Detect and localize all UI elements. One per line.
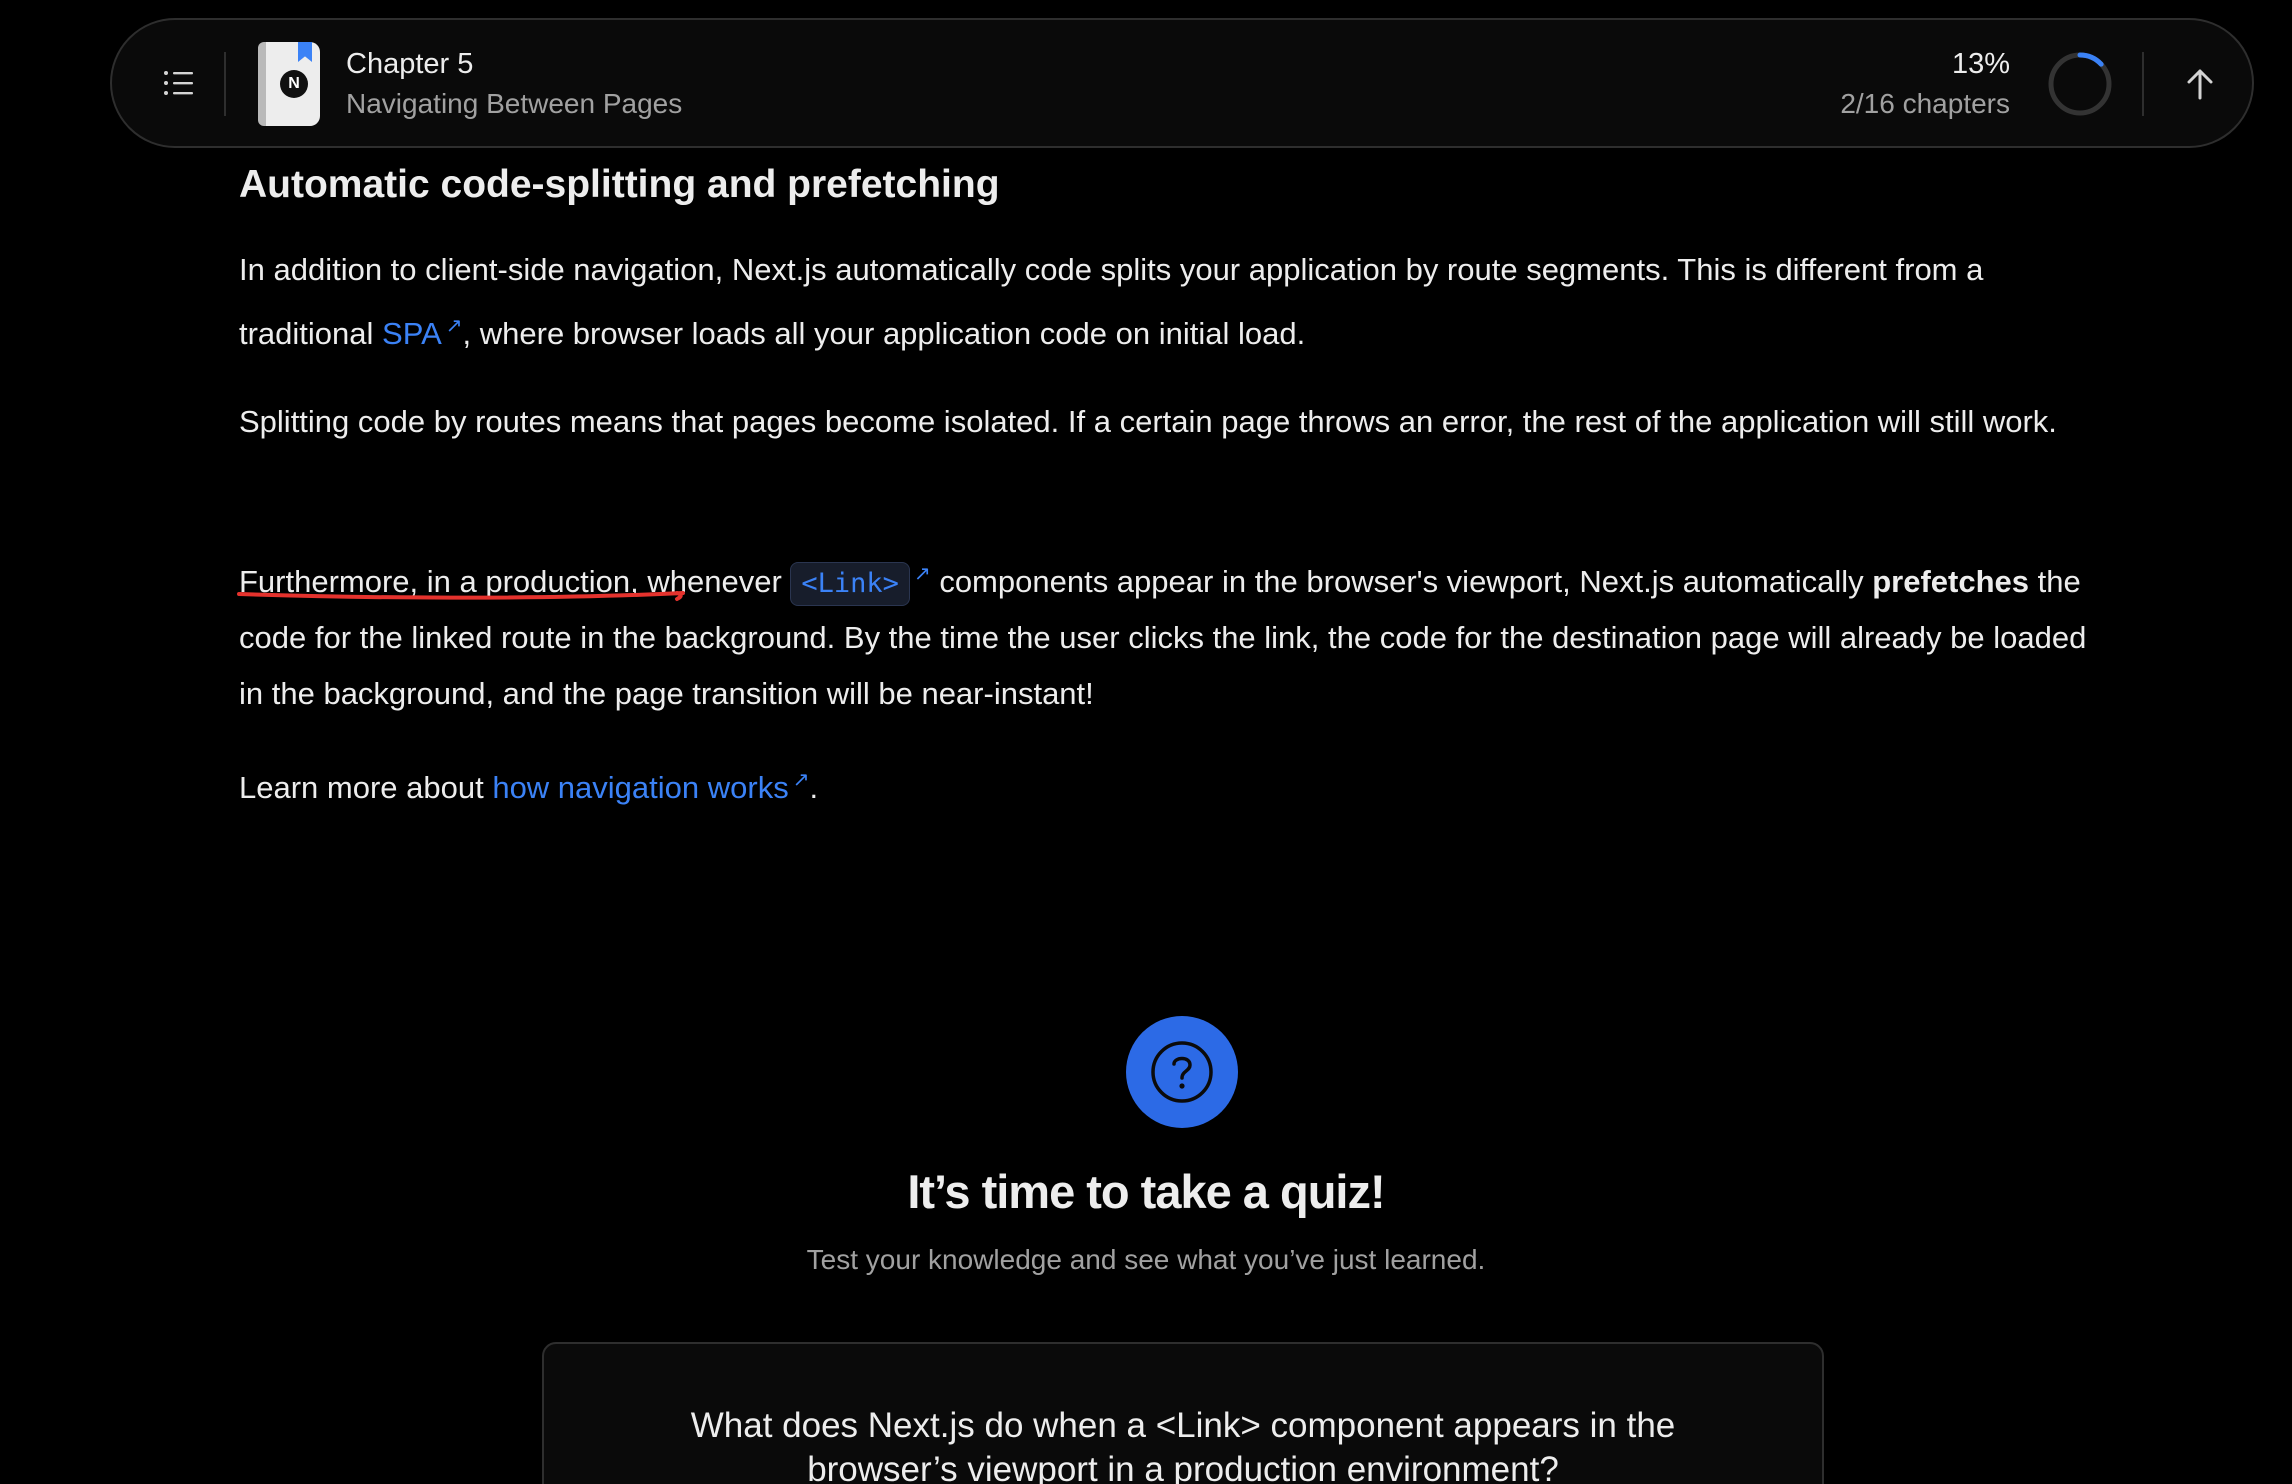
external-link-icon: ↗ <box>792 769 810 791</box>
paragraph-text: components appear in the browser's viewp… <box>930 564 1873 599</box>
progress-chapters: 2/16 chapters <box>1840 88 2010 119</box>
quiz-badge <box>1126 1016 1238 1128</box>
link-code-chip: <Link> <box>790 562 910 606</box>
page: N Chapter 5 Navigating Between Pages 13%… <box>0 0 2292 1484</box>
paragraph-code-splitting: In addition to client-side navigation, N… <box>239 242 2119 362</box>
divider <box>224 52 226 116</box>
section-heading: Automatic code-splitting and prefetching <box>239 163 1000 206</box>
back-to-top-button[interactable] <box>2170 54 2230 114</box>
spa-link-label: SPA <box>382 316 442 351</box>
quiz-question: What does Next.js do when a <Link> compo… <box>690 1406 1676 1484</box>
bold-term: prefetches <box>1872 564 2030 599</box>
nextjs-book-icon: N <box>258 42 320 126</box>
navigation-docs-link[interactable]: how navigation works ↗ <box>492 769 810 805</box>
external-link-icon: ↗ <box>913 563 931 585</box>
paragraph-text: whenever <box>638 564 791 599</box>
article-content: Automatic code-splitting and prefetching… <box>237 160 2119 805</box>
quiz-card: What does Next.js do when a <Link> compo… <box>542 1342 1824 1484</box>
navigation-docs-link-label: how navigation works <box>492 770 789 805</box>
paragraph-isolation: Splitting code by routes means that page… <box>239 404 2057 439</box>
chapter-label: Chapter 5 <box>346 48 474 80</box>
arrow-up-icon <box>2187 69 2213 100</box>
paragraph-learn-more: Learn more about how navigation works ↗. <box>239 752 2119 816</box>
chapter-progress-bar: N Chapter 5 Navigating Between Pages 13%… <box>110 18 2254 148</box>
bookmark-icon <box>298 42 312 62</box>
external-link-icon: ↗ <box>445 315 463 337</box>
spa-link[interactable]: SPA ↗ <box>382 315 463 351</box>
paragraph-text: . <box>809 770 819 805</box>
table-of-contents-button[interactable] <box>150 54 208 112</box>
paragraph-text: Learn more about <box>239 770 493 805</box>
question-circle-icon <box>1151 1041 1213 1103</box>
chapter-title: Navigating Between Pages <box>346 88 683 119</box>
progress-percent: 13% <box>1951 48 2010 80</box>
underlined-phrase: Furthermore, in a production, <box>239 564 639 599</box>
divider <box>2142 52 2144 116</box>
paragraph-prefetching: Furthermore, in a production, whenever <… <box>237 546 2119 722</box>
nextjs-logo: N <box>280 70 308 98</box>
progress-ring-icon <box>2048 52 2112 116</box>
list-icon <box>164 71 193 95</box>
quiz-title: It’s time to take a quiz! <box>907 1165 1385 1218</box>
paragraph-text: , where browser loads all your applicati… <box>462 316 1306 351</box>
link-component-doc-link[interactable]: <Link> ↗ <box>790 562 931 606</box>
annotated-text: Furthermore, in a production, <box>237 564 685 601</box>
quiz-subtitle: Test your knowledge and see what you’ve … <box>806 1244 1486 1275</box>
